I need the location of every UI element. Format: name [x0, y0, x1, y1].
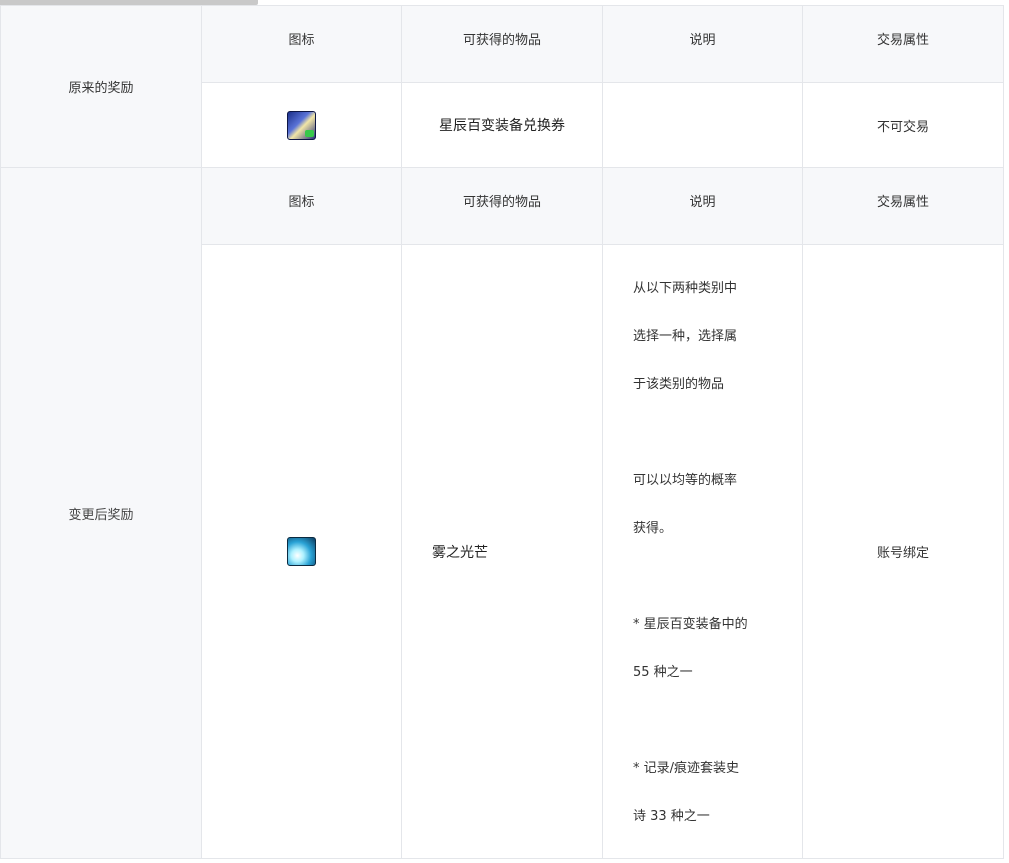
header-icon: 图标	[201, 5, 402, 83]
changed-item-cell: 雾之光芒	[401, 244, 603, 859]
desc-line: 获得。	[633, 521, 673, 536]
changed-item-name: 雾之光芒	[432, 544, 488, 561]
changed-header-row: 变更后奖励 图标 可获得的物品 说明 交易属性	[0, 167, 1004, 859]
changed-description-cell: 从以下两种类别中 选择一种，选择属 于该类别的物品 可以以均等的概率 获得。 *…	[602, 244, 803, 859]
desc-line: 从以下两种类别中	[633, 281, 738, 296]
original-trade-status: 不可交易	[802, 82, 1004, 168]
changed-icon-cell	[201, 244, 402, 859]
desc-line: 于该类别的物品	[633, 377, 725, 392]
header-icon: 图标	[201, 167, 402, 245]
original-item-name: 星辰百变装备兑换券	[439, 118, 565, 134]
header-item: 可获得的物品	[401, 167, 603, 245]
changed-trade-status: 账号绑定	[802, 244, 1004, 859]
desc-line: 诗 33 种之一	[633, 809, 710, 824]
desc-line: 可以以均等的概率	[633, 473, 738, 488]
original-icon-cell	[201, 82, 402, 168]
mist-light-icon	[287, 537, 316, 566]
changed-reward-label: 变更后奖励	[0, 167, 202, 859]
desc-line: * 记录/痕迹套装史	[633, 761, 740, 776]
header-trade: 交易属性	[802, 5, 1004, 83]
voucher-icon	[287, 110, 316, 140]
header-trade: 交易属性	[802, 167, 1004, 245]
original-reward-label: 原来的奖励	[0, 5, 202, 168]
header-item: 可获得的物品	[401, 5, 603, 83]
original-item-cell: 星辰百变装备兑换券	[401, 82, 603, 168]
header-description: 说明	[602, 167, 803, 245]
header-description: 说明	[602, 5, 803, 83]
original-header-row: 原来的奖励 图标 可获得的物品 说明 交易属性	[0, 5, 1004, 168]
reward-change-table: 原来的奖励 图标 可获得的物品 说明 交易属性 星辰百变装备兑换券 不可交易 变…	[0, 5, 1004, 859]
desc-line: 55 种之一	[633, 665, 693, 680]
desc-line: 选择一种，选择属	[633, 329, 738, 344]
original-description-cell	[602, 82, 803, 168]
desc-line: * 星辰百变装备中的	[633, 617, 748, 632]
